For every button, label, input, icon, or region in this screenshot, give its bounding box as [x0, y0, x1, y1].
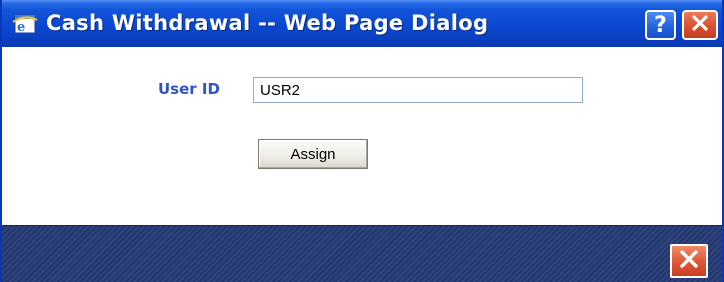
- close-icon: [690, 13, 710, 38]
- dialog-title: Cash Withdrawal -- Web Page Dialog: [46, 11, 489, 35]
- title-close-button[interactable]: [682, 10, 718, 40]
- footer-close-button[interactable]: [670, 244, 708, 278]
- user-id-input[interactable]: [253, 77, 583, 103]
- dialog-content: User ID Assign: [2, 47, 722, 225]
- user-id-label: User ID: [158, 80, 220, 98]
- web-page-dialog: e Cash Withdrawal -- Web Page Dialog ? U…: [0, 0, 724, 282]
- help-icon: ?: [654, 12, 667, 38]
- ie-dialog-icon: e: [12, 12, 38, 36]
- close-icon: [678, 249, 700, 274]
- assign-button[interactable]: Assign: [258, 139, 368, 169]
- title-bar: e Cash Withdrawal -- Web Page Dialog ?: [2, 0, 722, 47]
- svg-text:e: e: [17, 20, 25, 35]
- help-button[interactable]: ?: [645, 10, 676, 40]
- dialog-footer: [2, 225, 722, 282]
